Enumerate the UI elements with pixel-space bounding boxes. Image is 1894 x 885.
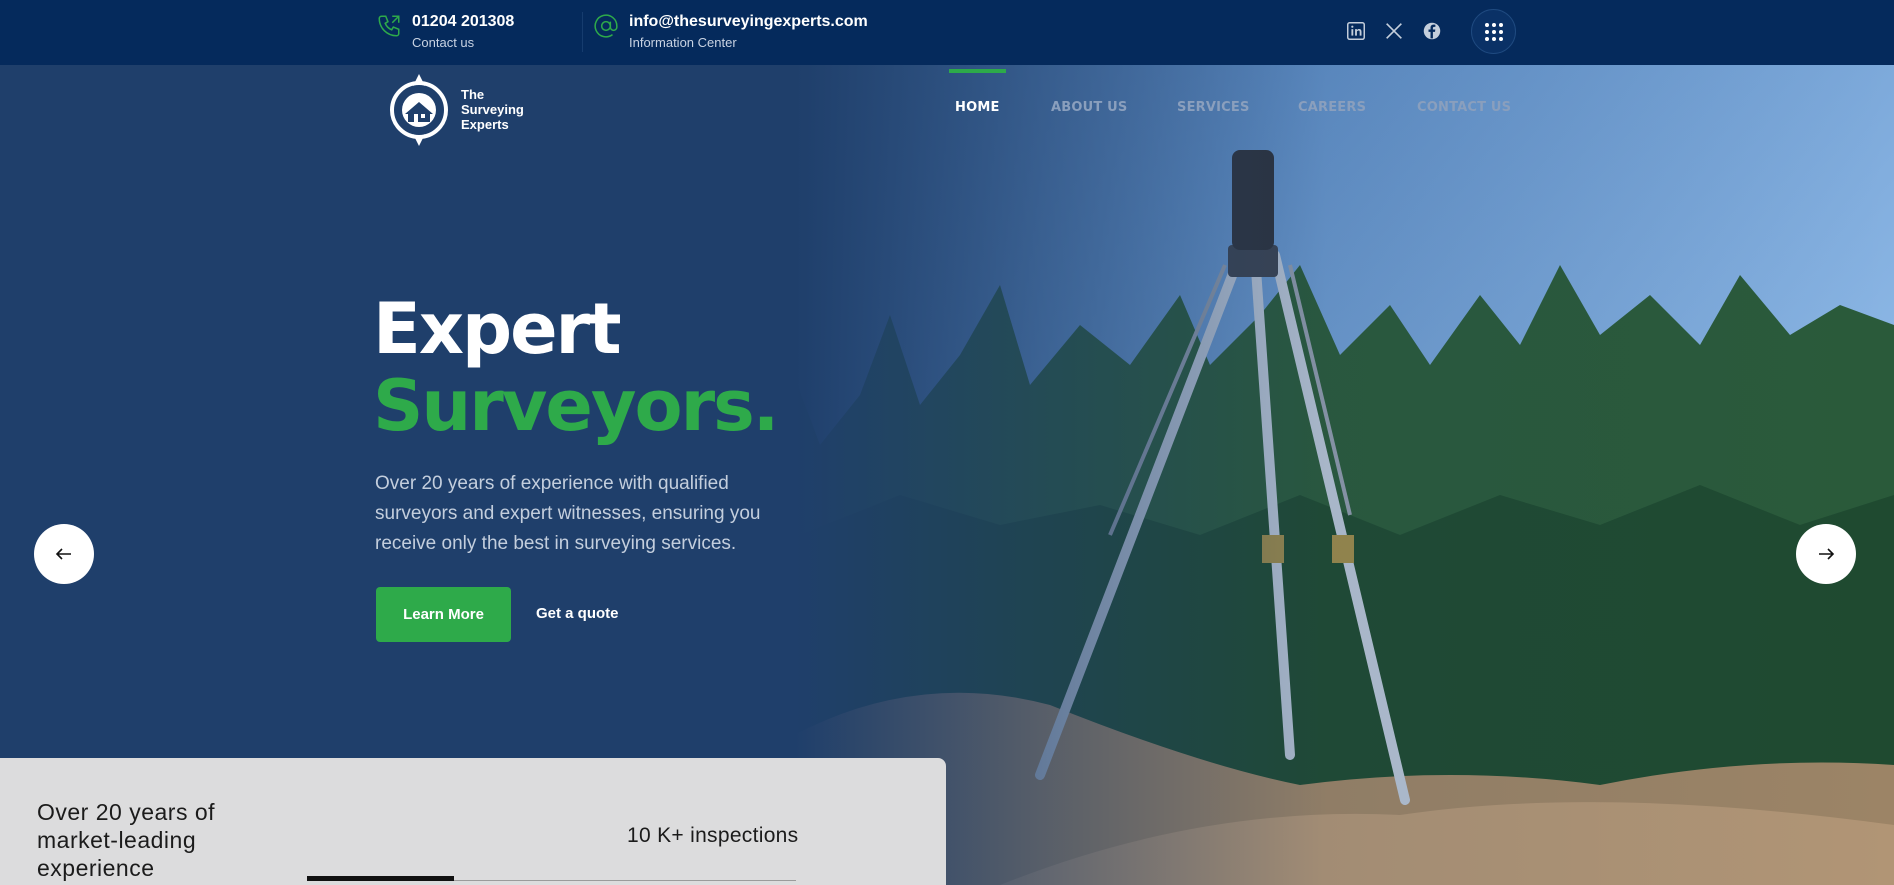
logo-line-3: Experts bbox=[461, 116, 509, 132]
logo-line-2: Surveying bbox=[461, 101, 524, 117]
progress-fill bbox=[307, 876, 454, 881]
nav-item-careers[interactable]: CAREERS bbox=[1298, 100, 1366, 115]
logo-line-1: The bbox=[461, 86, 485, 102]
at-icon bbox=[594, 14, 618, 38]
hero-description: Over 20 years of experience with qualifi… bbox=[375, 473, 761, 554]
phone-number[interactable]: 01204 201308 bbox=[412, 12, 514, 32]
stats-card: Over 20 years of market-leading experien… bbox=[0, 758, 946, 885]
logo-wordmark: The Surveying Experts bbox=[461, 87, 524, 132]
slider-prev-button[interactable] bbox=[34, 524, 94, 584]
nav-item-contact-us[interactable]: CONTACT US bbox=[1417, 100, 1511, 115]
email-address[interactable]: info@thesurveyingexperts.com bbox=[629, 12, 868, 32]
stats-card-title: Over 20 years of market-leading experien… bbox=[37, 799, 216, 881]
arrow-right-icon bbox=[1819, 548, 1835, 560]
top-bar: 01204 201308 Contact us info@thesurveyin… bbox=[0, 0, 1894, 65]
email-contact[interactable]: info@thesurveyingexperts.com Information… bbox=[593, 12, 868, 52]
grid-menu-button[interactable] bbox=[1471, 9, 1516, 54]
phone-icon bbox=[378, 15, 400, 37]
facebook-icon[interactable] bbox=[1421, 20, 1443, 42]
compass-house-logo-icon bbox=[390, 74, 448, 146]
get-a-quote-link[interactable]: Get a quote bbox=[536, 605, 619, 622]
linkedin-icon[interactable] bbox=[1345, 20, 1367, 42]
nav-item-home[interactable]: HOME bbox=[955, 100, 1000, 115]
nav-active-indicator bbox=[949, 69, 1006, 73]
hero-title-line-1: Expert bbox=[373, 288, 622, 370]
arrow-left-icon bbox=[55, 548, 71, 560]
inspections-stat: 10 K+ inspections bbox=[627, 824, 799, 847]
email-caption: Information Center bbox=[629, 35, 737, 50]
nav-item-about-us[interactable]: ABOUT US bbox=[1051, 100, 1128, 115]
site-logo[interactable]: The Surveying Experts bbox=[383, 72, 524, 146]
phone-caption: Contact us bbox=[412, 35, 475, 50]
topbar-divider bbox=[582, 12, 583, 52]
slider-next-button[interactable] bbox=[1796, 524, 1856, 584]
hero-title-line-2: Surveyors. bbox=[373, 365, 779, 447]
learn-more-button[interactable]: Learn More bbox=[376, 587, 511, 642]
x-twitter-icon[interactable] bbox=[1383, 20, 1405, 42]
grid-menu-icon bbox=[1484, 22, 1503, 41]
nav-item-services[interactable]: SERVICES bbox=[1177, 100, 1250, 115]
phone-contact[interactable]: 01204 201308 Contact us bbox=[376, 12, 514, 52]
